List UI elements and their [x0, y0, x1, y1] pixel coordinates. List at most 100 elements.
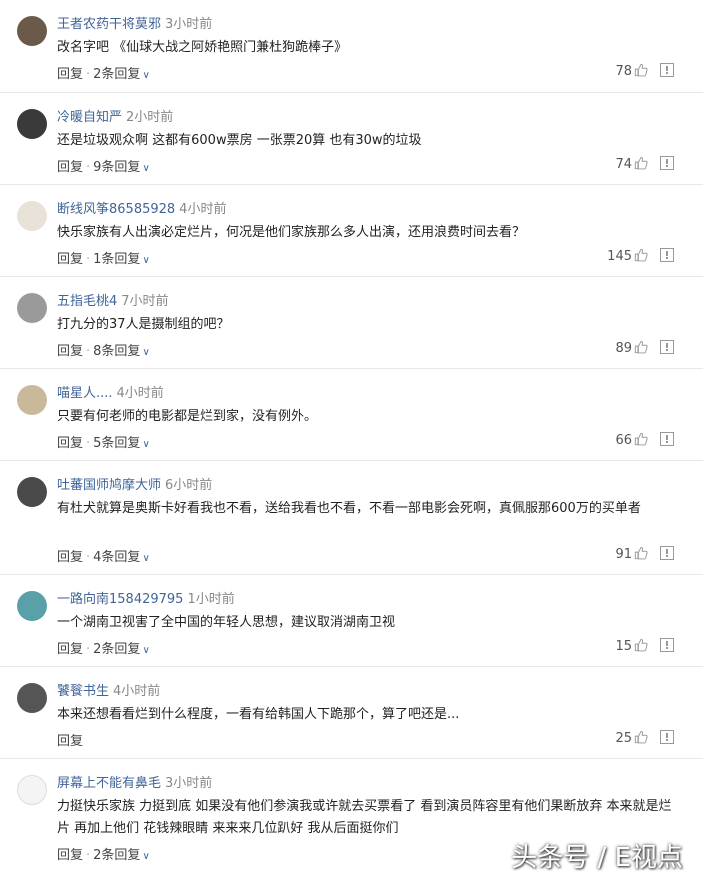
username-link[interactable]: 王者农药干将莫邪 [57, 17, 161, 32]
separator-dot: · [86, 252, 91, 267]
reply-button[interactable]: 回复 [57, 252, 83, 267]
report-icon[interactable] [660, 156, 674, 170]
replies-count[interactable]: 5条回复 [93, 436, 140, 451]
view-replies-button[interactable]: 5条回复 ∨ [93, 436, 150, 451]
thumbs-up-icon[interactable] [634, 248, 648, 262]
reply-button[interactable]: 回复 [57, 550, 83, 565]
comment-text: 力挺快乐家族 力挺到底 如果没有他们参演我或许就去买票看了 看到演员阵容里有他们… [57, 799, 672, 836]
comment-meta: 66 [615, 432, 674, 448]
watermark: 头条号 / E视点 [511, 843, 683, 873]
username-link[interactable]: 一路向南158429795 [57, 592, 183, 607]
reply-button[interactable]: 回复 [57, 848, 83, 863]
replies-count[interactable]: 2条回复 [93, 642, 140, 657]
avatar[interactable] [17, 201, 47, 231]
view-replies-button[interactable]: 9条回复 ∨ [93, 160, 150, 175]
chevron-down-icon: ∨ [142, 439, 150, 450]
comment-meta: 25 [615, 730, 674, 746]
report-icon[interactable] [660, 432, 674, 446]
avatar[interactable] [17, 293, 47, 323]
chevron-down-icon: ∨ [142, 163, 150, 174]
avatar[interactable] [17, 775, 47, 805]
username-link[interactable]: 五指毛桃4 [57, 294, 117, 309]
comment-text: 一个湖南卫视害了全中国的年轻人思想，建议取消湖南卫视 [57, 615, 396, 630]
avatar[interactable] [17, 591, 47, 621]
report-icon[interactable] [660, 730, 674, 744]
view-replies-button[interactable]: 2条回复 ∨ [93, 848, 150, 863]
comment-meta: 78 [615, 63, 674, 79]
separator-dot: · [86, 344, 91, 359]
thumbs-up-icon[interactable] [634, 546, 648, 560]
thumbs-up-icon[interactable] [634, 156, 648, 170]
thumbs-up-icon[interactable] [634, 340, 648, 354]
reply-button[interactable]: 回复 [57, 734, 83, 749]
comment-time: 6小时前 [165, 478, 213, 493]
username-link[interactable]: 断线风筝86585928 [57, 202, 175, 217]
avatar[interactable] [17, 109, 47, 139]
comment-actions: 回复 · 2条回复 ∨ [57, 63, 150, 82]
comment-header: 吐蕃国师鸠摩大师 6小时前 [57, 474, 212, 493]
like-count: 91 [615, 547, 632, 562]
reply-button[interactable]: 回复 [57, 436, 83, 451]
comment-list: 王者农药干将莫邪 3小时前 改名字吧 《仙球大战之阿娇艳照门兼杜狗跪棒子》 回复 · 2条… [0, 0, 703, 872]
comment-item: 一路向南158429795 1小时前一个湖南卫视害了全中国的年轻人思想，建议取消湖… [0, 574, 703, 666]
avatar[interactable] [17, 385, 47, 415]
separator-dot: · [86, 550, 91, 565]
comment-actions: 回复 · 2条回复 ∨ [57, 638, 150, 657]
chevron-down-icon: ∨ [142, 70, 150, 81]
reply-button[interactable]: 回复 [57, 67, 83, 82]
reply-button[interactable]: 回复 [57, 160, 83, 175]
report-icon[interactable] [660, 546, 674, 560]
comment-time: 2小时前 [126, 110, 174, 125]
comment-time: 1小时前 [187, 592, 235, 607]
like-count: 74 [615, 157, 632, 172]
reply-button[interactable]: 回复 [57, 642, 83, 657]
replies-count[interactable]: 9条回复 [93, 160, 140, 175]
report-icon[interactable] [660, 340, 674, 354]
thumbs-up-icon[interactable] [634, 638, 648, 652]
replies-count[interactable]: 2条回复 [93, 848, 140, 863]
replies-count[interactable]: 4条回复 [93, 550, 140, 565]
comment-time: 3小时前 [165, 776, 213, 791]
report-icon[interactable] [660, 248, 674, 262]
comment-actions: 回复 · 1条回复 ∨ [57, 248, 150, 267]
username-link[interactable]: 屏幕上不能有鼻毛 [57, 776, 161, 791]
view-replies-button[interactable]: 8条回复 ∨ [93, 344, 150, 359]
comment-item: 五指毛桃4 7小时前 打九分的37人是摄制组的吧？ 回复 · 8条回复 ∨ 89 [0, 276, 703, 368]
avatar[interactable] [17, 477, 47, 507]
comment-text: 只要有何老师的电影都是烂到家，没有例外。 [57, 409, 318, 424]
comment-time: 3小时前 [165, 17, 213, 32]
comment-time: 4小时前 [113, 684, 161, 699]
comment-item: 吐蕃国师鸠摩大师 6小时前 有杜犬就算是奥斯卡好看我也不看，送给我看也不看，不看一部… [0, 460, 703, 574]
separator-dot: · [86, 160, 91, 175]
username-link[interactable]: 喵星人.... [57, 386, 113, 401]
replies-count[interactable]: 2条回复 [93, 67, 140, 82]
view-replies-button[interactable]: 4条回复 ∨ [93, 550, 150, 565]
thumbs-up-icon[interactable] [634, 730, 648, 744]
view-replies-button[interactable]: 2条回复 ∨ [93, 67, 150, 82]
comment-meta: 74 [615, 156, 674, 172]
comment-actions: 回复 · 4条回复 ∨ [57, 546, 150, 565]
thumbs-up-icon[interactable] [634, 63, 648, 77]
replies-count[interactable]: 8条回复 [93, 344, 140, 359]
reply-button[interactable]: 回复 [57, 344, 83, 359]
like-count: 89 [615, 341, 632, 356]
view-replies-button[interactable]: 1条回复 ∨ [93, 252, 150, 267]
username-link[interactable]: 吐蕃国师鸠摩大师 [57, 478, 161, 493]
comment-header: 断线风筝86585928 4小时前 [57, 198, 226, 217]
report-icon[interactable] [660, 638, 674, 652]
avatar[interactable] [17, 16, 47, 46]
like-count: 145 [607, 249, 632, 264]
username-link[interactable]: 冷暖自知严 [57, 110, 122, 125]
report-icon[interactable] [660, 63, 674, 77]
comment-header: 一路向南158429795 1小时前 [57, 588, 235, 607]
chevron-down-icon: ∨ [142, 255, 150, 266]
avatar[interactable] [17, 683, 47, 713]
thumbs-up-icon[interactable] [634, 432, 648, 446]
chevron-down-icon: ∨ [142, 553, 150, 564]
comment-meta: 15 [615, 638, 674, 654]
comment-item: 王者农药干将莫邪 3小时前 改名字吧 《仙球大战之阿娇艳照门兼杜狗跪棒子》 回复 · 2条… [0, 0, 703, 92]
replies-count[interactable]: 1条回复 [93, 252, 140, 267]
comment-header: 饕餮书生 4小时前 [57, 680, 160, 699]
username-link[interactable]: 饕餮书生 [57, 684, 109, 699]
view-replies-button[interactable]: 2条回复 ∨ [93, 642, 150, 657]
